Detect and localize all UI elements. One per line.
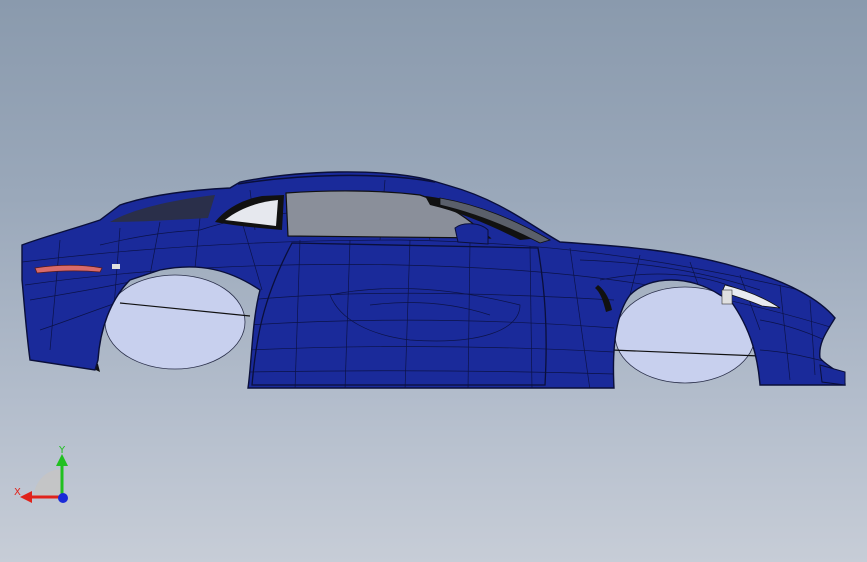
- z-axis-dot: [58, 493, 68, 503]
- orientation-triad: Y X: [14, 445, 68, 503]
- front-sensor: [721, 289, 733, 305]
- triad-plane: [34, 469, 62, 497]
- front-splitter: [819, 364, 846, 386]
- x-axis-label: X: [14, 487, 21, 498]
- graphics-viewport[interactable]: Y X: [0, 0, 867, 562]
- side-mirror[interactable]: [454, 223, 489, 245]
- rear-wheel-arch: [104, 274, 246, 370]
- y-axis-label: Y: [58, 445, 66, 456]
- car-body-model[interactable]: [0, 0, 867, 562]
- rear-badge: [112, 264, 120, 269]
- x-axis-arrow: [20, 491, 32, 503]
